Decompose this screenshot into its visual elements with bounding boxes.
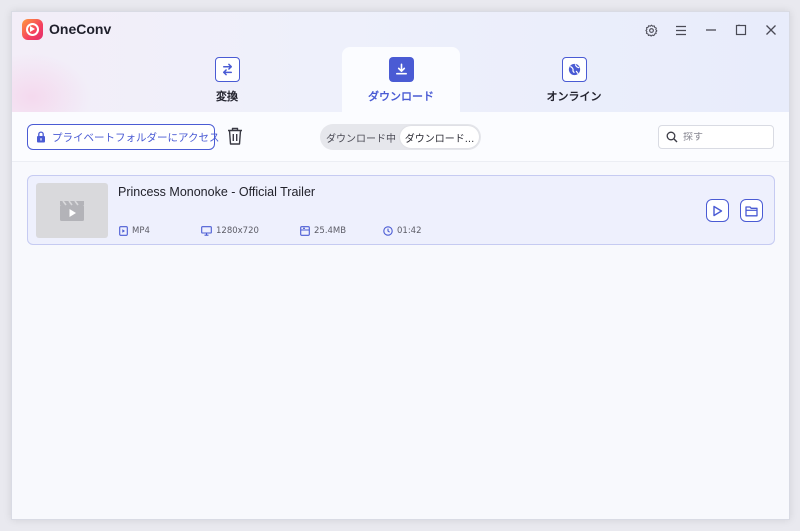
tab-online[interactable]: オンライン <box>515 47 633 112</box>
meta-duration: 01:42 <box>383 226 422 236</box>
video-thumbnail <box>36 183 108 238</box>
download-icon <box>388 57 414 82</box>
play-icon <box>713 205 723 216</box>
app-logo <box>22 19 43 40</box>
search-icon <box>666 128 678 147</box>
segment-downloaded[interactable]: ダウンロード... <box>400 126 479 148</box>
meta-size: 25.4MB <box>300 226 346 236</box>
private-folder-button[interactable]: プライベートフォルダーにアクセス <box>27 124 219 150</box>
maximize-icon[interactable] <box>729 18 753 42</box>
main-tabs: 変換 ダウンロード オンライン <box>12 47 789 112</box>
online-icon <box>561 57 587 82</box>
gear-icon[interactable] <box>639 18 663 42</box>
header: OneConv 変換 ダウンロード オンライン <box>12 12 789 142</box>
app-window: OneConv 変換 ダウンロード オンライン プライベートフォルダーにアクセス… <box>11 11 790 520</box>
lock-icon <box>36 128 46 147</box>
meta-format: MP4 <box>119 226 150 236</box>
video-title: Princess Mononoke - Official Trailer <box>118 185 316 199</box>
tab-label: ダウンロード <box>368 90 434 103</box>
clock-icon <box>383 226 393 236</box>
trash-icon[interactable] <box>226 126 246 148</box>
storage-icon <box>300 226 310 236</box>
private-folder-label: プライベートフォルダーにアクセス <box>52 131 220 144</box>
play-button[interactable] <box>706 199 729 222</box>
app-title: OneConv <box>49 21 112 37</box>
minimize-icon[interactable] <box>699 18 723 42</box>
download-list: Princess Mononoke - Official Trailer MP4… <box>27 175 775 245</box>
video-placeholder-icon <box>60 200 84 221</box>
folder-icon <box>745 205 758 216</box>
segment-downloading[interactable]: ダウンロード中 <box>322 126 400 148</box>
search-input[interactable] <box>683 131 768 143</box>
window-controls <box>639 18 783 42</box>
convert-icon <box>214 57 240 82</box>
search-box <box>658 125 774 149</box>
meta-resolution: 1280x720 <box>201 226 259 236</box>
tab-convert[interactable]: 変換 <box>168 47 286 112</box>
list-item[interactable]: Princess Mononoke - Official Trailer MP4… <box>27 175 775 245</box>
tab-label: オンライン <box>546 90 602 103</box>
close-icon[interactable] <box>759 18 783 42</box>
tab-download[interactable]: ダウンロード <box>342 47 460 112</box>
monitor-icon <box>201 226 212 236</box>
menu-icon[interactable] <box>669 18 693 42</box>
tab-label: 変換 <box>216 90 238 103</box>
open-folder-button[interactable] <box>740 199 763 222</box>
download-status-toggle: ダウンロード中 ダウンロード... <box>320 124 481 150</box>
toolbar: プライベートフォルダーにアクセス ダウンロード中 ダウンロード... <box>12 112 789 162</box>
video-file-icon <box>119 226 128 236</box>
